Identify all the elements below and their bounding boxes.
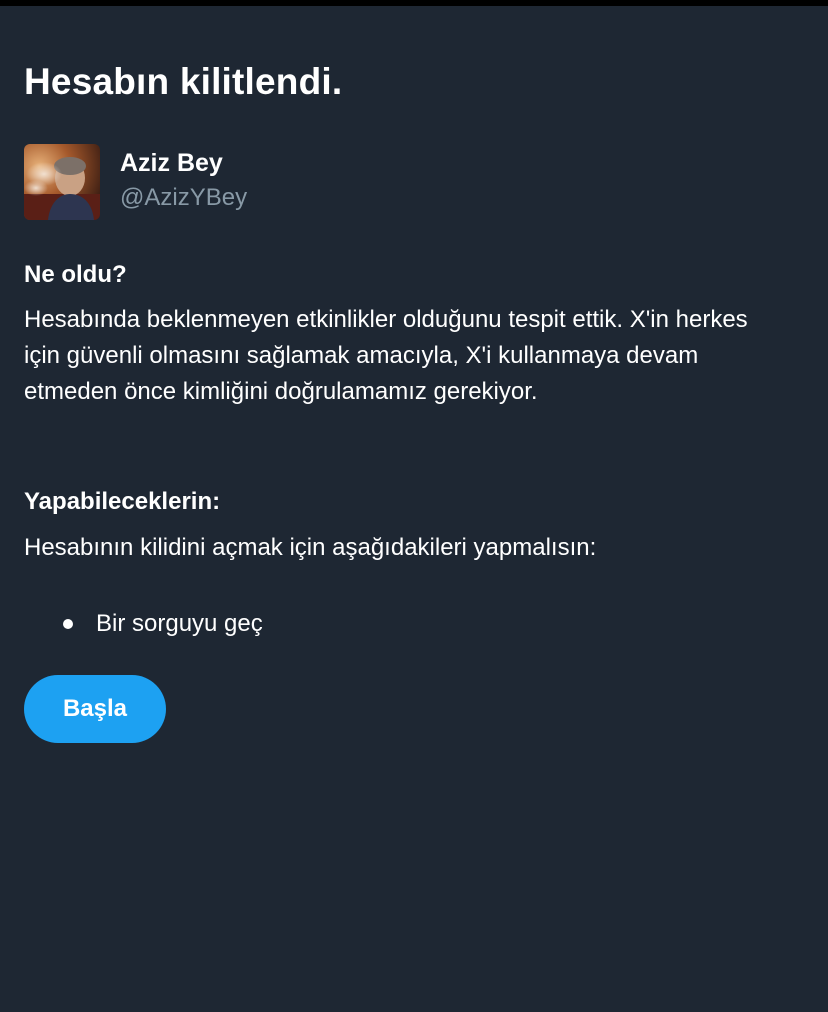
list-item: Bir sorguyu geç [24, 606, 263, 642]
avatar [24, 144, 100, 220]
display-name: Aziz Bey [120, 149, 223, 177]
start-button[interactable]: Başla [24, 675, 166, 743]
required-actions-list: Bir sorguyu geç [24, 606, 263, 642]
what-happened-text: Hesabında beklenmeyen etkinlikler olduğu… [24, 306, 748, 405]
top-edge-bar [0, 0, 828, 6]
what-happened-heading: Ne oldu? [24, 261, 127, 288]
what-you-can-do-text: Hesabının kilidini açmak için aşağıdakil… [24, 534, 597, 561]
list-item-label: Bir sorguyu geç [96, 610, 263, 637]
user-photo-icon [24, 144, 100, 220]
account-card: Aziz Bey @AzizYBey [24, 144, 624, 220]
what-you-can-do-heading: Yapabileceklerin: [24, 488, 221, 515]
page-title: Hesabın kilitlendi. [24, 61, 343, 102]
account-handle: @AzizYBey [120, 184, 248, 211]
bullet-icon [63, 619, 73, 629]
